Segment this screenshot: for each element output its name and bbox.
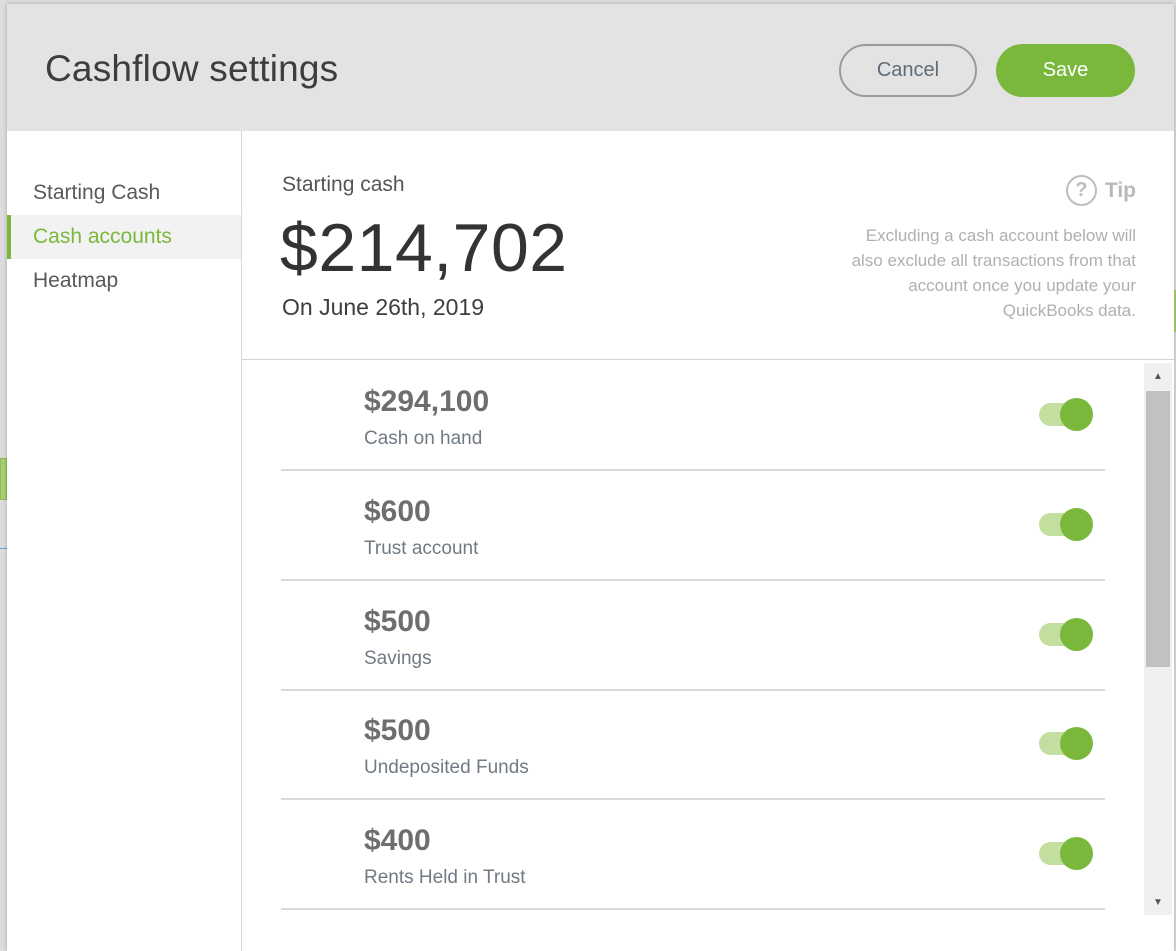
account-name: Trust account [364, 538, 479, 559]
list-scrollbar[interactable]: ▲ ▼ [1144, 363, 1172, 915]
account-include-toggle[interactable] [1039, 398, 1093, 431]
toggle-knob [1060, 837, 1093, 870]
tip-text: Excluding a cash account below will also… [851, 226, 1136, 320]
tip-header[interactable]: ? Tip [1065, 175, 1136, 206]
account-include-toggle[interactable] [1039, 618, 1093, 651]
toggle-knob [1060, 398, 1093, 431]
account-include-toggle[interactable] [1039, 727, 1093, 760]
account-row: $500 Savings [281, 581, 1105, 691]
account-amount: $600 [364, 495, 431, 528]
scrollbar-thumb[interactable] [1146, 391, 1170, 667]
account-name: Cash on hand [364, 428, 483, 449]
account-row: $294,100 Cash on hand [281, 361, 1105, 471]
account-include-toggle[interactable] [1039, 508, 1093, 541]
account-amount: $400 [364, 824, 431, 857]
account-name: Rents Held in Trust [364, 867, 526, 888]
account-row: $500 Undeposited Funds [281, 690, 1105, 800]
cashflow-settings-dialog: Cashflow settings Cancel Save Starting C… [7, 4, 1174, 951]
sidebar-item-heatmap[interactable]: Heatmap [7, 259, 241, 303]
starting-cash-label: Starting cash [282, 173, 405, 196]
account-row: $400 Rents Held in Trust [281, 800, 1105, 910]
settings-sidebar: Starting Cash Cash accounts Heatmap [7, 131, 242, 951]
save-button[interactable]: Save [996, 44, 1135, 97]
account-name: Savings [364, 648, 432, 669]
toggle-knob [1060, 727, 1093, 760]
question-circle-icon: ? [1065, 175, 1097, 206]
triangle-up-icon[interactable]: ▲ [1144, 363, 1172, 389]
account-amount: $500 [364, 714, 431, 747]
cash-accounts-list: $294,100 Cash on hand $600 Trust account… [242, 361, 1174, 951]
starting-cash-date: On June 26th, 2019 [282, 294, 485, 320]
triangle-down-icon[interactable]: ▼ [1144, 889, 1172, 915]
starting-cash-amount: $214,702 [280, 210, 568, 286]
dialog-header: Cashflow settings Cancel Save [7, 4, 1174, 131]
account-row: $600 Trust account [281, 471, 1105, 581]
background-element [0, 458, 7, 500]
sidebar-item-starting-cash[interactable]: Starting Cash [7, 171, 241, 215]
sidebar-item-cash-accounts[interactable]: Cash accounts [7, 215, 241, 259]
settings-content: Starting cash $214,702 On June 26th, 201… [242, 131, 1174, 951]
toggle-knob [1060, 618, 1093, 651]
account-include-toggle[interactable] [1039, 837, 1093, 870]
toggle-knob [1060, 508, 1093, 541]
dialog-title: Cashflow settings [45, 48, 339, 89]
account-amount: $294,100 [364, 385, 490, 418]
account-name: Undeposited Funds [364, 757, 529, 778]
account-amount: $500 [364, 605, 431, 638]
starting-cash-summary: Starting cash $214,702 On June 26th, 201… [242, 131, 1174, 360]
tip-label: Tip [1104, 178, 1136, 202]
cancel-button[interactable]: Cancel [839, 44, 977, 97]
background-divider [0, 548, 7, 549]
